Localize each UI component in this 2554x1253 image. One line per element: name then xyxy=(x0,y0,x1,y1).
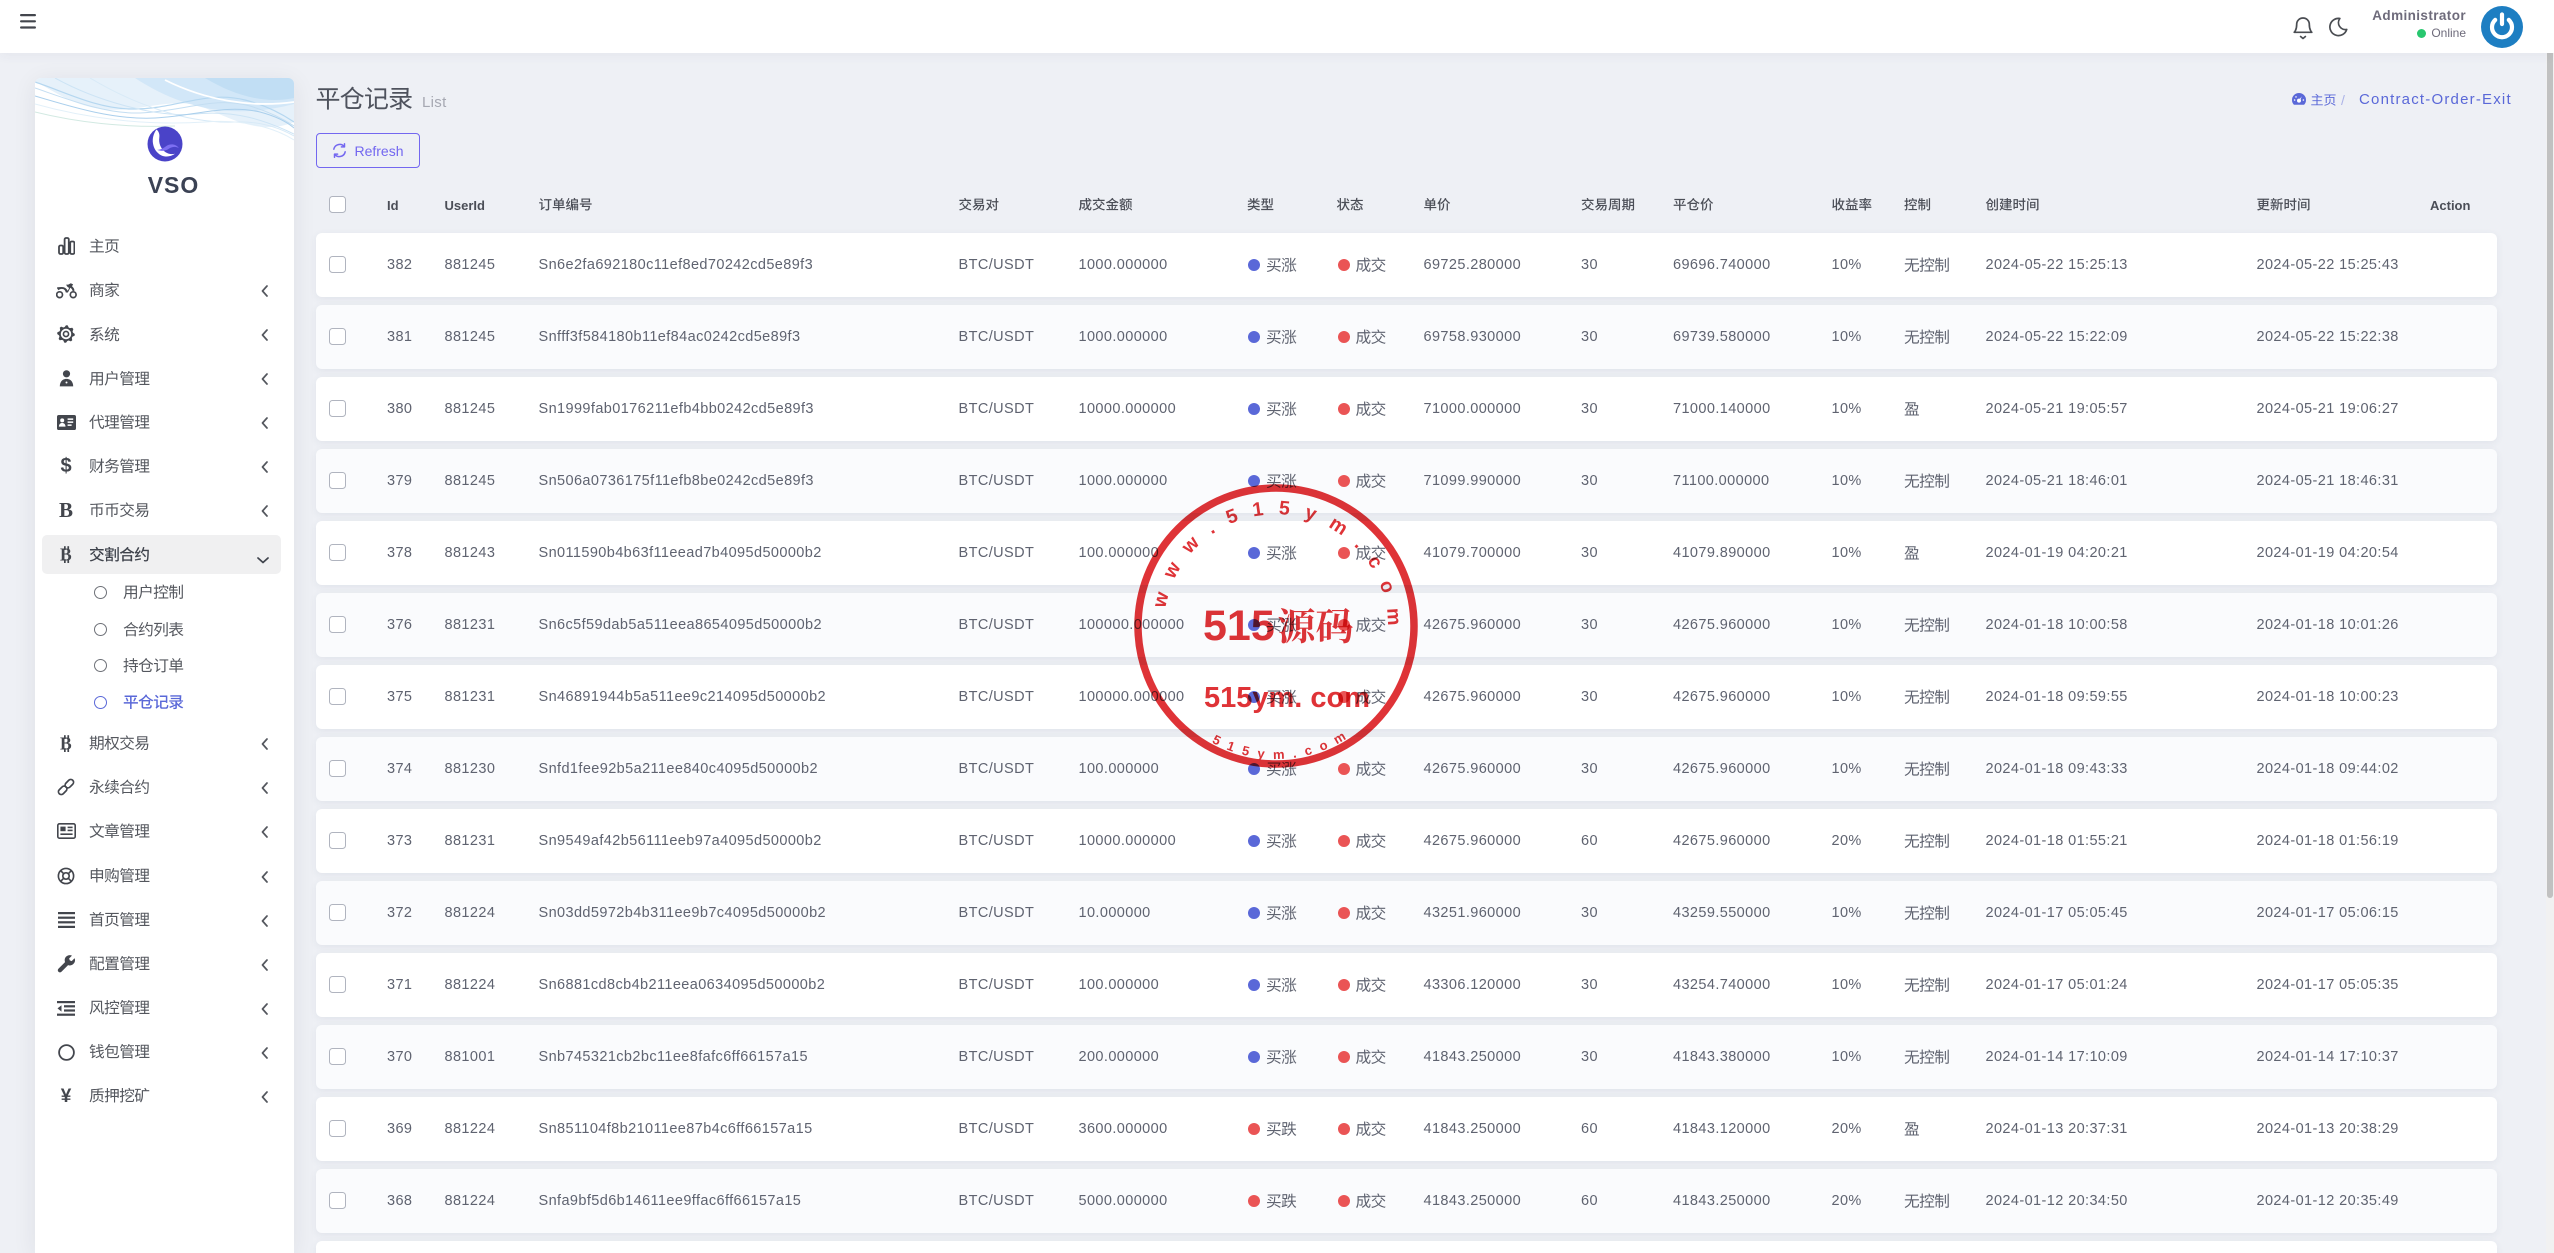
svg-text:B: B xyxy=(60,545,72,564)
svg-text:515: 515 xyxy=(1203,602,1275,650)
svg-text:515ym. com: 515ym. com xyxy=(1204,682,1370,714)
svg-text:B: B xyxy=(60,734,72,753)
